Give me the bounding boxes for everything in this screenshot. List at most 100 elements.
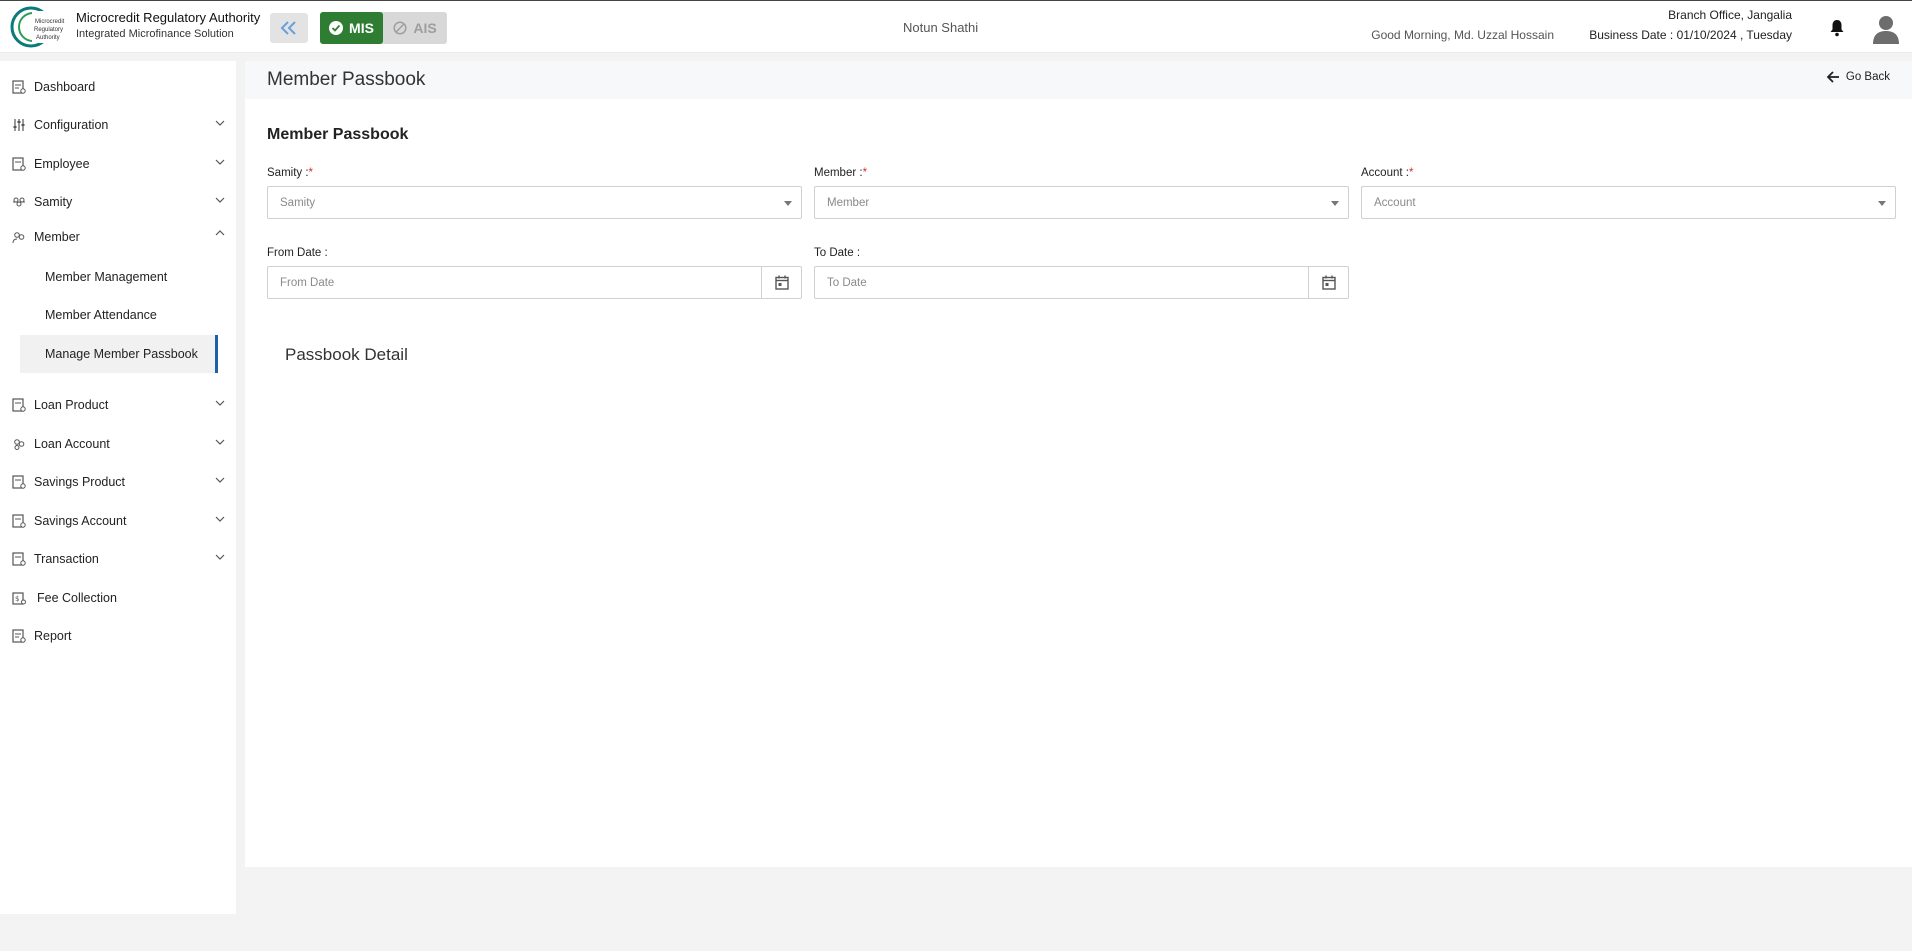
sidebar-item-label: Employee — [34, 157, 90, 171]
sidebar-collapse-button[interactable] — [270, 13, 308, 43]
chevron-down-icon — [215, 197, 225, 203]
organization-title: Notun Shathi — [903, 20, 979, 35]
section-title: Member Passbook — [267, 126, 409, 143]
mra-logo: Microcredit Regulatory Authority — [10, 6, 70, 48]
sidebar-item-label: Fee Collection — [37, 591, 117, 605]
main-content: Member Passbook Go Back Member Passbook … — [245, 61, 1912, 867]
top-header: Microcredit Regulatory Authority Microcr… — [0, 0, 1912, 53]
chevron-down-icon — [215, 477, 225, 483]
member-placeholder: Member — [827, 196, 870, 209]
dashboard-icon — [12, 80, 26, 94]
user-avatar-button[interactable] — [1872, 14, 1900, 47]
required-mark: * — [862, 167, 868, 179]
sidebar-item-label: Samity — [34, 195, 73, 209]
sidebar-item-fee-collection[interactable]: $ Fee Collection — [0, 582, 236, 614]
savings-product-icon — [12, 475, 26, 489]
samity-label-text: Samity : — [267, 167, 309, 179]
samity-select[interactable]: Samity — [267, 186, 802, 219]
chevron-down-icon — [215, 516, 225, 522]
svg-text:$: $ — [15, 595, 19, 603]
sidebar-item-employee[interactable]: Employee — [0, 148, 236, 180]
sidebar-item-label: Loan Product — [34, 398, 109, 412]
notifications-button[interactable] — [1829, 19, 1845, 40]
mode-toggle: MIS AIS — [320, 12, 447, 44]
fee-icon: $ — [12, 592, 26, 605]
mode-ais-label: AIS — [413, 20, 437, 36]
sidebar-subitem-label: Member Management — [45, 270, 168, 284]
branch-name: Branch Office, Jangalia — [1668, 8, 1792, 22]
sidebar-subitem-label: Manage Member Passbook — [45, 347, 198, 361]
calendar-icon — [774, 275, 789, 290]
to-date-placeholder: To Date — [827, 276, 867, 289]
group-icon — [13, 197, 25, 207]
loan-product-icon — [12, 398, 26, 412]
business-date: Business Date : 01/10/2024 , Tuesday — [1589, 28, 1792, 42]
member-label-text: Member : — [814, 167, 863, 179]
sidebar-item-loan-product[interactable]: Loan Product — [0, 389, 236, 421]
sidebar-item-label: Member — [34, 230, 80, 244]
svg-text:Microcredit: Microcredit — [35, 19, 65, 25]
dropdown-caret-icon — [1878, 201, 1886, 206]
mode-ais-button[interactable]: AIS — [383, 12, 447, 44]
go-back-button[interactable]: Go Back — [1826, 71, 1890, 83]
required-mark: * — [1408, 167, 1414, 179]
sidebar-subitem-member-attendance[interactable]: Member Attendance — [20, 296, 218, 334]
sliders-icon — [13, 119, 25, 131]
arrow-left-icon — [1826, 71, 1839, 83]
sidebar-item-transaction[interactable]: Transaction — [0, 543, 236, 575]
page-title: Member Passbook — [267, 69, 426, 90]
sidebar-item-label: Loan Account — [34, 437, 110, 451]
from-date-label: From Date : — [267, 247, 328, 259]
sidebar-item-label: Savings Account — [34, 514, 127, 528]
to-date-input[interactable]: To Date — [814, 266, 1349, 299]
sidebar-subitem-manage-member-passbook[interactable]: Manage Member Passbook — [20, 335, 218, 373]
dropdown-caret-icon — [784, 201, 792, 206]
sidebar-item-label: Savings Product — [34, 475, 126, 489]
svg-text:Regulatory: Regulatory — [34, 27, 63, 33]
account-label-text: Account : — [1361, 167, 1409, 179]
sidebar-item-label: Dashboard — [34, 80, 96, 94]
check-circle-icon — [329, 21, 344, 35]
sidebar-item-savings-account[interactable]: Savings Account — [0, 505, 236, 537]
from-date-input[interactable]: From Date — [267, 266, 802, 299]
org-name: Microcredit Regulatory Authority — [76, 10, 261, 25]
bell-icon — [1830, 20, 1844, 37]
chevron-down-icon — [215, 159, 225, 165]
user-avatar-icon — [1873, 16, 1899, 44]
sidebar-item-report[interactable]: Report — [0, 620, 236, 652]
savings-account-icon — [12, 514, 26, 528]
sidebar-item-loan-account[interactable]: Loan Account — [0, 428, 236, 460]
svg-text:Authority: Authority — [36, 35, 60, 41]
sidebar-subitem-member-management[interactable]: Member Management — [20, 258, 218, 296]
transaction-icon — [12, 552, 26, 566]
samity-placeholder: Samity — [280, 196, 316, 209]
from-date-calendar-button[interactable] — [761, 267, 801, 298]
employee-icon — [12, 157, 26, 171]
members-icon — [12, 232, 25, 244]
go-back-label: Go Back — [1845, 71, 1890, 83]
sidebar-item-configuration[interactable]: Configuration — [0, 109, 236, 141]
to-date-label: To Date : — [814, 247, 861, 259]
from-date-placeholder: From Date — [280, 276, 335, 289]
mode-mis-button[interactable]: MIS — [320, 12, 383, 44]
account-select[interactable]: Account — [1361, 186, 1896, 219]
sidebar-item-member[interactable]: Member — [0, 221, 236, 253]
chevron-down-icon — [215, 120, 225, 126]
sidebar-item-label: Transaction — [34, 552, 99, 566]
chevron-up-icon — [215, 230, 225, 236]
collapse-double-chevron-icon — [280, 21, 296, 35]
sidebar-item-savings-product[interactable]: Savings Product — [0, 466, 236, 498]
loan-account-icon — [14, 439, 25, 450]
required-mark: * — [308, 167, 314, 179]
sidebar-item-samity[interactable]: Samity — [0, 186, 236, 218]
member-select[interactable]: Member — [814, 186, 1349, 219]
account-label: Account :* — [1361, 167, 1413, 179]
sidebar-item-dashboard[interactable]: Dashboard — [0, 71, 236, 103]
account-placeholder: Account — [1374, 196, 1416, 209]
mode-mis-label: MIS — [349, 20, 374, 36]
sidebar-item-label: Report — [34, 629, 72, 643]
to-date-calendar-button[interactable] — [1308, 267, 1348, 298]
block-icon — [393, 21, 407, 35]
dropdown-caret-icon — [1331, 201, 1339, 206]
calendar-icon — [1321, 275, 1336, 290]
